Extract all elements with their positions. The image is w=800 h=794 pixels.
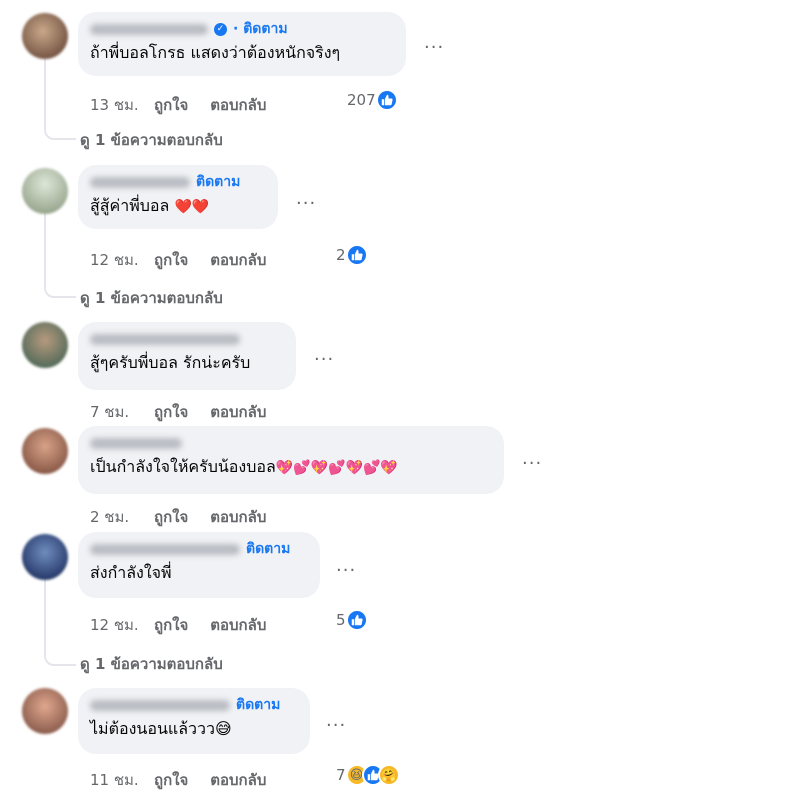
more-options-icon[interactable]: ... xyxy=(314,346,334,364)
reaction-summary[interactable]: 7 😆 🤗 xyxy=(336,764,400,786)
comment-time[interactable]: 12 ชม. xyxy=(90,613,152,637)
comment-actions: 7 ชม. ถูกใจ ตอบกลับ xyxy=(90,400,266,424)
more-options-icon[interactable]: ... xyxy=(424,34,444,52)
comment-bubble: เป็นกำลังใจให้ครับน้องบอล💖💕💖💕💖💕💖 xyxy=(78,426,504,494)
like-reaction-icon xyxy=(345,609,368,631)
follow-link[interactable]: ติดตาม xyxy=(246,538,290,560)
follow-link[interactable]: · ติดตาม xyxy=(233,18,288,40)
comment-text: ถ้าพี่บอลโกรธ แสดงว่าต้องหนักจริงๆ xyxy=(90,43,341,62)
comment-text: ส่งกำลังใจพี่ xyxy=(90,563,172,582)
view-replies-link[interactable]: ดู 1 ข้อความตอบกลับ xyxy=(80,286,223,310)
thread-curve xyxy=(44,650,76,666)
reply-button[interactable]: ตอบกลับ xyxy=(210,505,266,529)
avatar[interactable] xyxy=(22,428,68,474)
sweat-smile-emoji: 😅 xyxy=(214,719,232,738)
reaction-count: 7 xyxy=(336,766,346,784)
reply-button[interactable]: ตอบกลับ xyxy=(210,613,266,637)
follow-link[interactable]: ติดตาม xyxy=(196,171,240,193)
commenter-name[interactable] xyxy=(90,699,230,711)
comment-time[interactable]: 2 ชม. xyxy=(90,505,152,529)
comment-bubble: สู้ๆครับพี่บอล รักน่ะครับ xyxy=(78,322,296,390)
thread-line xyxy=(44,578,46,650)
like-reaction-icon xyxy=(375,89,398,111)
more-options-icon[interactable]: ... xyxy=(326,712,346,730)
like-button[interactable]: ถูกใจ xyxy=(154,93,188,117)
reaction-summary[interactable]: 2 xyxy=(336,244,368,266)
reaction-count: 5 xyxy=(336,611,346,629)
comment-bubble: ติดตาม ส่งกำลังใจพี่ xyxy=(78,532,320,598)
commenter-name[interactable] xyxy=(90,543,240,555)
more-options-icon[interactable]: ... xyxy=(296,190,316,208)
view-replies-link[interactable]: ดู 1 ข้อความตอบกลับ xyxy=(80,652,223,676)
verified-badge-icon: ✓ xyxy=(214,22,227,36)
thread-line xyxy=(44,54,46,124)
commenter-name[interactable] xyxy=(90,437,182,449)
reply-button[interactable]: ตอบกลับ xyxy=(210,248,266,272)
care-reaction-icon: 🤗 xyxy=(377,764,400,786)
comment-time[interactable]: 7 ชม. xyxy=(90,400,152,424)
view-replies-link[interactable]: ดู 1 ข้อความตอบกลับ xyxy=(80,128,223,152)
comment-bubble: ติดตาม สู้สู้ค่าพี่บอล ❤️❤️ xyxy=(78,165,278,229)
reply-button[interactable]: ตอบกลับ xyxy=(210,768,266,792)
comment-bubble: ติดตาม ไม่ต้องนอนแล้ววว😅 xyxy=(78,688,310,754)
comment-text: สู้สู้ค่าพี่บอล ❤️❤️ xyxy=(90,196,210,215)
avatar[interactable] xyxy=(22,534,68,580)
avatar[interactable] xyxy=(22,322,68,368)
comment-actions: 12 ชม. ถูกใจ ตอบกลับ xyxy=(90,613,266,637)
comment-actions: 11 ชม. ถูกใจ ตอบกลับ xyxy=(90,768,266,792)
comment-bubble: ✓ · ติดตาม ถ้าพี่บอลโกรธ แสดงว่าต้องหนัก… xyxy=(78,12,406,76)
comment-time[interactable]: 11 ชม. xyxy=(90,768,152,792)
commenter-name[interactable] xyxy=(90,23,208,35)
commenter-name[interactable] xyxy=(90,333,240,345)
like-button[interactable]: ถูกใจ xyxy=(154,768,188,792)
thread-curve xyxy=(44,282,76,298)
avatar[interactable] xyxy=(22,13,68,59)
reaction-count: 2 xyxy=(336,246,346,264)
avatar[interactable] xyxy=(22,688,68,734)
commenter-name[interactable] xyxy=(90,176,190,188)
comment-time[interactable]: 13 ชม. xyxy=(90,93,152,117)
thread-line xyxy=(44,210,46,282)
reply-button[interactable]: ตอบกลับ xyxy=(210,93,266,117)
comment-actions: 2 ชม. ถูกใจ ตอบกลับ xyxy=(90,505,266,529)
reaction-summary[interactable]: 207 xyxy=(347,89,398,111)
like-button[interactable]: ถูกใจ xyxy=(154,400,188,424)
comment-text: ไม่ต้องนอนแล้ววว😅 xyxy=(90,719,232,738)
reaction-count: 207 xyxy=(347,91,376,109)
like-button[interactable]: ถูกใจ xyxy=(154,505,188,529)
comment-actions: 13 ชม. ถูกใจ ตอบกลับ xyxy=(90,93,266,117)
comment-text: สู้ๆครับพี่บอล รักน่ะครับ xyxy=(90,353,251,372)
reaction-summary[interactable]: 5 xyxy=(336,609,368,631)
comment-actions: 12 ชม. ถูกใจ ตอบกลับ xyxy=(90,248,266,272)
like-button[interactable]: ถูกใจ xyxy=(154,613,188,637)
reply-button[interactable]: ตอบกลับ xyxy=(210,400,266,424)
comment-text: เป็นกำลังใจให้ครับน้องบอล💖💕💖💕💖💕💖 xyxy=(90,457,398,476)
avatar[interactable] xyxy=(22,168,68,214)
follow-link[interactable]: ติดตาม xyxy=(236,694,280,716)
more-options-icon[interactable]: ... xyxy=(336,557,356,575)
like-reaction-icon xyxy=(345,244,368,266)
like-button[interactable]: ถูกใจ xyxy=(154,248,188,272)
heart-emoji: ❤️❤️ xyxy=(174,199,210,215)
thread-curve xyxy=(44,124,76,140)
comment-time[interactable]: 12 ชม. xyxy=(90,248,152,272)
more-options-icon[interactable]: ... xyxy=(522,450,542,468)
heart-emoji: 💖💕💖💕💖💕💖 xyxy=(275,460,398,476)
